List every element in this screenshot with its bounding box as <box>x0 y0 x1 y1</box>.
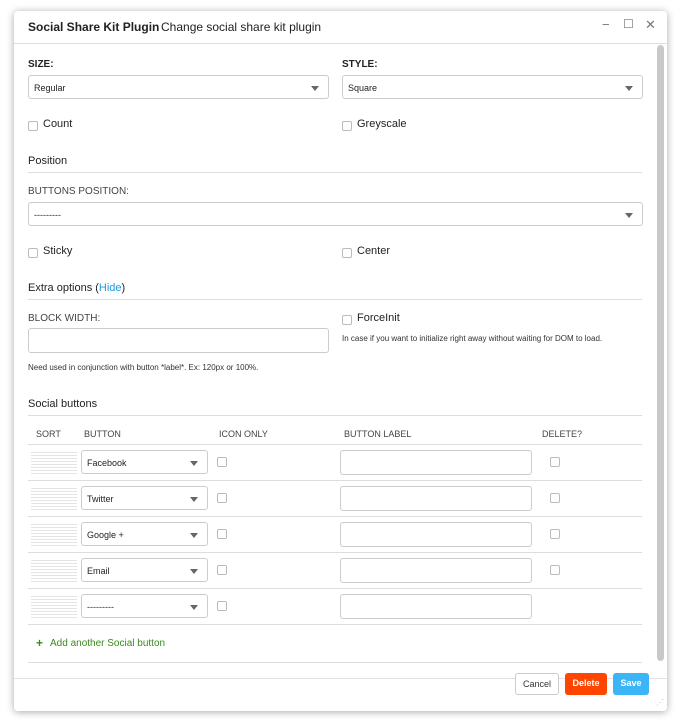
icon-only-checkbox[interactable] <box>217 601 227 611</box>
chevron-down-icon <box>190 605 198 610</box>
style-select[interactable]: Square <box>342 75 643 99</box>
close-paren: ) <box>121 282 126 294</box>
drag-handle-icon[interactable] <box>31 560 77 582</box>
add-social-button-link[interactable]: Add another Social button <box>50 638 165 649</box>
button-label-input[interactable] <box>340 594 532 619</box>
hide-link[interactable]: Hide <box>99 282 122 294</box>
count-checkbox[interactable] <box>28 121 38 131</box>
cancel-button[interactable]: Cancel <box>515 673 559 695</box>
button-label-input[interactable] <box>340 522 532 547</box>
extra-heading-text: Extra options ( <box>28 282 99 294</box>
chevron-down-icon <box>190 569 198 574</box>
button-label-input[interactable] <box>340 558 532 583</box>
resize-handle-icon[interactable]: ⋰ <box>656 698 664 707</box>
sticky-label: Sticky <box>43 245 73 257</box>
divider <box>28 552 642 553</box>
chevron-down-icon <box>625 86 633 91</box>
save-button[interactable]: Save <box>613 673 649 695</box>
buttons-position-select[interactable]: --------- <box>28 202 643 226</box>
icon-only-checkbox[interactable] <box>217 493 227 503</box>
button-label-input[interactable] <box>340 486 532 511</box>
button-select-value: Twitter <box>87 494 114 504</box>
button-select[interactable]: Facebook <box>81 450 208 474</box>
column-button: BUTTON <box>84 429 121 439</box>
column-icon-only: ICON ONLY <box>219 429 268 439</box>
button-select-value: --------- <box>87 602 114 612</box>
column-button-label: BUTTON LABEL <box>344 429 412 439</box>
buttons-position-value: --------- <box>34 210 61 220</box>
extra-options-heading: Extra options (Hide) <box>28 282 125 294</box>
divider <box>28 588 642 589</box>
column-sort: SORT <box>36 429 61 439</box>
icon-only-checkbox[interactable] <box>217 565 227 575</box>
style-label: STYLE: <box>342 59 378 70</box>
center-label: Center <box>357 245 391 257</box>
center-checkbox[interactable] <box>342 248 352 258</box>
chevron-down-icon <box>190 461 198 466</box>
drag-handle-icon[interactable] <box>31 452 77 474</box>
button-select-value: Google + <box>87 530 124 540</box>
block-width-help: Need used in conjunction with button *la… <box>28 363 259 372</box>
size-select[interactable]: Regular <box>28 75 329 99</box>
delete-checkbox[interactable] <box>550 529 560 539</box>
greyscale-label: Greyscale <box>357 118 407 130</box>
drag-handle-icon[interactable] <box>31 524 77 546</box>
forceinit-label: ForceInit <box>357 312 400 324</box>
chevron-down-icon <box>311 86 319 91</box>
divider <box>28 172 642 173</box>
chevron-down-icon <box>625 213 633 218</box>
plugin-dialog: Social Share Kit Plugin Change social sh… <box>14 11 667 711</box>
drag-handle-icon[interactable] <box>31 596 77 618</box>
divider <box>28 516 642 517</box>
delete-button[interactable]: Delete <box>565 673 607 695</box>
plus-icon[interactable]: + <box>36 636 43 650</box>
divider <box>28 662 642 663</box>
button-select-value: Email <box>87 566 110 576</box>
divider <box>28 480 642 481</box>
divider <box>28 444 642 445</box>
greyscale-checkbox[interactable] <box>342 121 352 131</box>
delete-checkbox[interactable] <box>550 457 560 467</box>
position-heading: Position <box>28 155 68 167</box>
delete-checkbox[interactable] <box>550 565 560 575</box>
social-buttons-heading: Social buttons <box>28 398 98 410</box>
block-width-label: BLOCK WIDTH: <box>28 313 101 324</box>
button-label-input[interactable] <box>340 450 532 475</box>
forceinit-checkbox[interactable] <box>342 315 352 325</box>
block-width-input[interactable] <box>28 328 329 353</box>
button-select[interactable]: Email <box>81 558 208 582</box>
chevron-down-icon <box>190 533 198 538</box>
drag-handle-icon[interactable] <box>31 488 77 510</box>
button-select[interactable]: Google + <box>81 522 208 546</box>
buttons-position-label: BUTTONS POSITION: <box>28 186 129 197</box>
divider <box>28 415 642 416</box>
column-delete: DELETE? <box>542 429 583 439</box>
forceinit-help: In case if you want to initialize right … <box>342 334 603 343</box>
size-value: Regular <box>34 83 66 93</box>
chevron-down-icon <box>190 497 198 502</box>
button-select[interactable]: Twitter <box>81 486 208 510</box>
icon-only-checkbox[interactable] <box>217 457 227 467</box>
button-select-value: Facebook <box>87 458 127 468</box>
divider <box>28 299 642 300</box>
divider <box>28 624 642 625</box>
sticky-checkbox[interactable] <box>28 248 38 258</box>
icon-only-checkbox[interactable] <box>217 529 227 539</box>
button-select[interactable]: --------- <box>81 594 208 618</box>
style-value: Square <box>348 83 378 93</box>
count-label: Count <box>43 118 73 130</box>
delete-checkbox[interactable] <box>550 493 560 503</box>
size-label: SIZE: <box>28 59 54 70</box>
